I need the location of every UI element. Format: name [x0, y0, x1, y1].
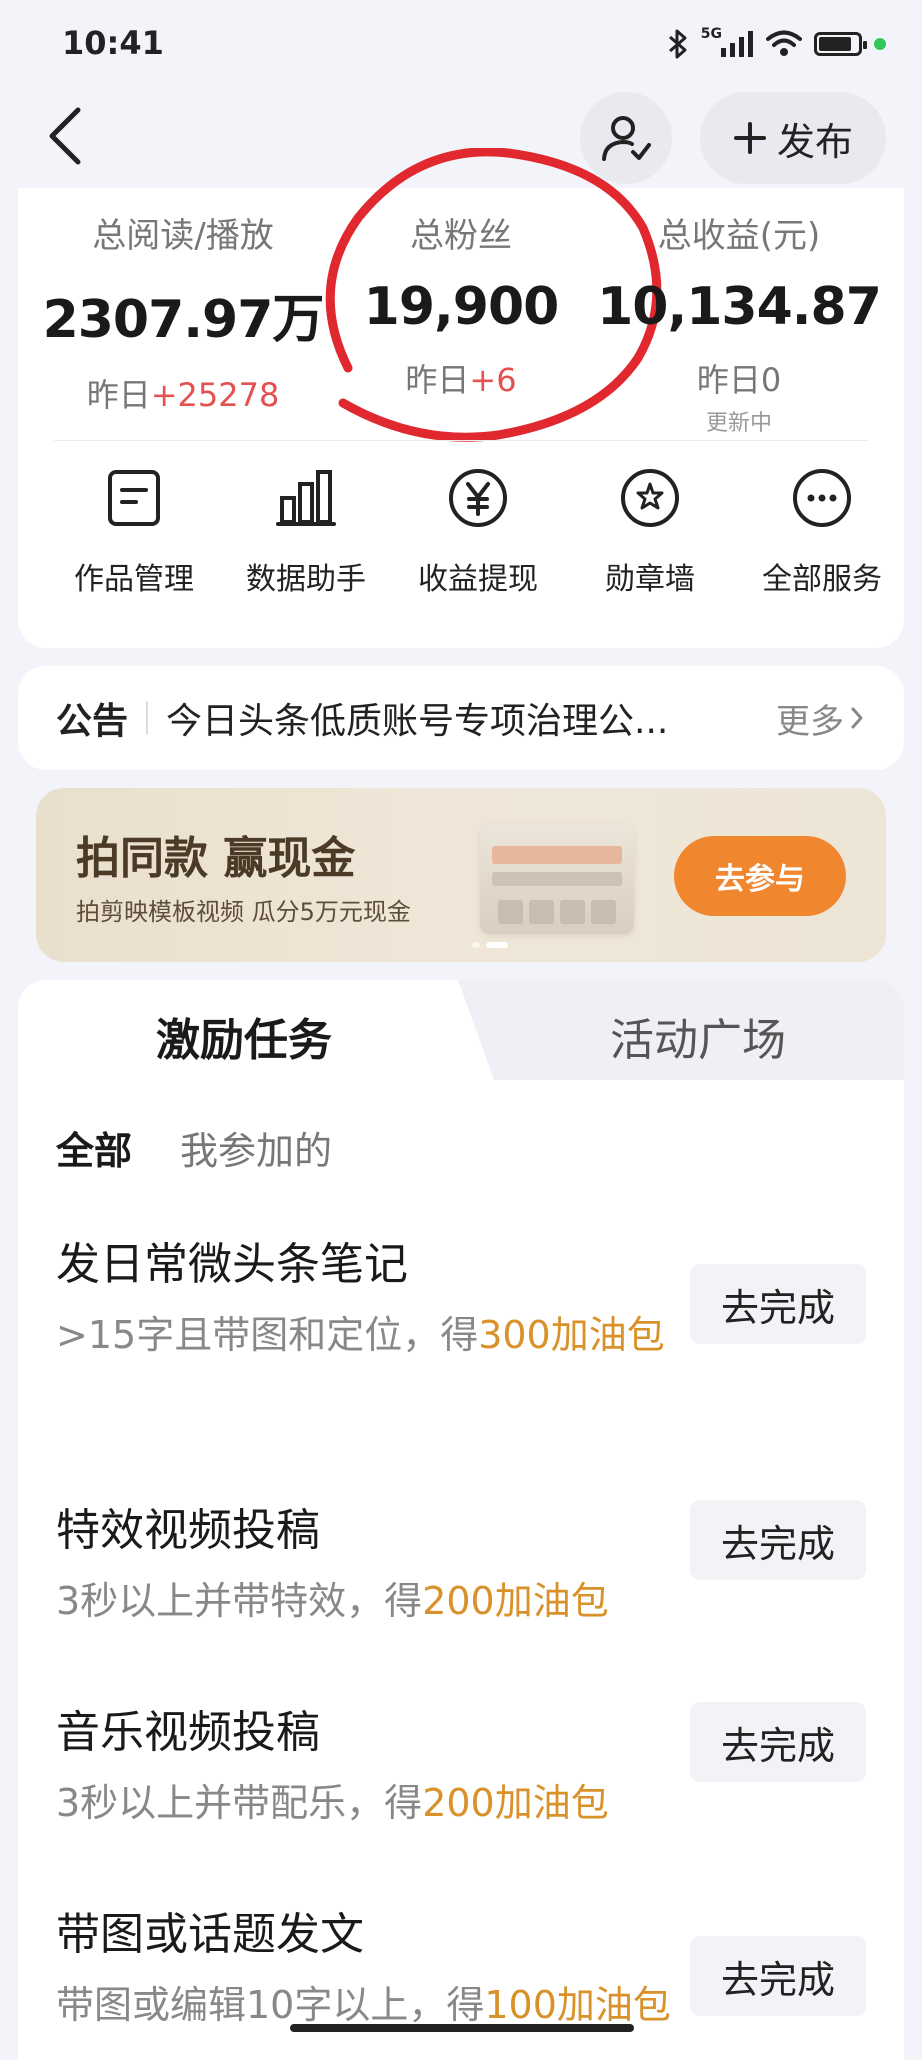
status-icons: 5G: [667, 26, 886, 62]
task-reward: 100加油包: [484, 1983, 671, 2027]
promo-banner[interactable]: 拍同款 赢现金 拍剪映模板视频 瓜分5万元现金 去参与: [36, 788, 886, 962]
status-time: 10:41: [62, 24, 164, 62]
filter-all[interactable]: 全部: [56, 1120, 132, 1175]
task-filters: 全部 我参加的: [56, 1120, 332, 1175]
chevron-left-icon: [49, 107, 81, 165]
stat-sub-prefix: 昨日: [405, 361, 470, 399]
task-complete-button[interactable]: 去完成: [690, 1500, 866, 1580]
task-item: 带图或话题发文 带图或编辑10字以上，得100加油包 去完成: [56, 1898, 866, 2035]
service-withdraw[interactable]: 收益提现: [392, 466, 564, 598]
task-desc-text: 3秒以上并带配乐，得: [56, 1781, 423, 1825]
chevron-right-icon: [851, 707, 863, 729]
back-button[interactable]: [36, 106, 96, 166]
battery-level: [819, 37, 852, 51]
service-label: 数据助手: [246, 562, 366, 597]
plus-icon: [733, 122, 766, 154]
battery-icon: [814, 32, 867, 56]
privacy-indicator-dot: [874, 38, 886, 50]
signal-icon: [721, 31, 753, 57]
stat-sub-value: +25278: [150, 376, 280, 414]
stat-label: 总收益(元): [657, 216, 821, 256]
stat-update-note: 更新中: [705, 411, 772, 436]
stat-total-reads[interactable]: 总阅读/播放 2307.97万 昨日+25278: [38, 208, 328, 416]
more-icon: [790, 466, 854, 530]
banner-subtitle: 拍剪映模板视频 瓜分5万元现金: [76, 898, 411, 926]
stat-total-earnings[interactable]: 总收益(元) 10,134.87 昨日0 更新中: [594, 208, 884, 437]
service-label: 勋章墙: [605, 562, 695, 597]
task-reward: 200加油包: [422, 1781, 609, 1825]
service-medal-wall[interactable]: 勋章墙: [564, 466, 736, 598]
medal-icon: [618, 466, 682, 530]
status-bar: 10:41 5G: [0, 0, 922, 88]
service-label: 收益提现: [418, 562, 538, 597]
announcement-more-link[interactable]: 更多: [776, 694, 864, 743]
task-desc-text: 3秒以上并带特效，得: [56, 1579, 423, 1623]
task-desc-text: >15字且带图和定位，得: [56, 1313, 479, 1357]
more-label: 更多: [776, 701, 844, 742]
stat-value: 2307.97万: [42, 290, 325, 350]
yen-icon: [446, 466, 510, 530]
stat-yesterday: 昨日+6: [316, 355, 606, 401]
task-tabs: 激励任务 活动广场: [18, 980, 904, 1080]
task-description: 3秒以上并带特效，得200加油包: [56, 1572, 676, 1631]
task-item: 发日常微头条笔记 >15字且带图和定位，得300加油包 去完成: [56, 1228, 866, 1365]
service-label: 作品管理: [74, 562, 194, 597]
stat-sub-prefix: 昨日: [86, 376, 151, 414]
task-item: 音乐视频投稿 3秒以上并带配乐，得200加油包 去完成: [56, 1696, 866, 1833]
task-desc-text: 带图或编辑10字以上，得: [56, 1983, 485, 2027]
network-type: 5G: [700, 26, 722, 42]
service-data-assistant[interactable]: 数据助手: [220, 466, 392, 598]
service-all-services[interactable]: 全部服务: [736, 466, 908, 598]
stat-sub-value: 0: [760, 361, 782, 399]
banner-title: 拍同款 赢现金: [76, 833, 356, 884]
bar-chart-icon: [274, 466, 338, 530]
service-label: 全部服务: [762, 562, 882, 597]
announcement-label: 公告: [56, 701, 129, 742]
stat-yesterday: 昨日+25278: [38, 370, 328, 416]
stat-label: 总粉丝: [410, 216, 512, 256]
announcement-divider: [146, 701, 149, 735]
announcement-bar[interactable]: 公告 今日头条低质账号专项治理公... 更多: [18, 666, 904, 770]
tab-activity-square[interactable]: 活动广场: [610, 1004, 786, 1068]
task-description: 3秒以上并带配乐，得200加油包: [56, 1774, 676, 1833]
filter-joined[interactable]: 我参加的: [180, 1120, 332, 1175]
bluetooth-icon: [668, 29, 687, 59]
task-reward: 300加油包: [478, 1313, 665, 1357]
task-complete-button[interactable]: 去完成: [690, 1936, 866, 2016]
tab-incentive-tasks[interactable]: 激励任务: [156, 1004, 332, 1068]
stat-yesterday: 昨日0: [594, 355, 884, 401]
publish-label: 发布: [776, 119, 853, 164]
stats-card: 总阅读/播放 2307.97万 昨日+25278 总粉丝 19,900 昨日+6…: [18, 148, 904, 648]
task-card: 激励任务 活动广场 全部 我参加的 发日常微头条笔记 >15字且带图和定位，得3…: [18, 980, 904, 2060]
banner-join-button[interactable]: 去参与: [674, 836, 846, 916]
service-grid: 作品管理 数据助手 收益提现 勋章墙 全部服务: [18, 466, 904, 626]
document-icon: [102, 466, 166, 530]
service-works-management[interactable]: 作品管理: [48, 466, 220, 598]
stat-sub-prefix: 昨日: [696, 361, 761, 399]
task-item: 特效视频投稿 3秒以上并带特效，得200加油包 去完成: [56, 1494, 866, 1631]
stat-label: 总阅读/播放: [92, 216, 274, 256]
carousel-indicator: [472, 942, 508, 948]
stat-total-fans[interactable]: 总粉丝 19,900 昨日+6: [316, 208, 606, 401]
wifi-icon: [766, 30, 802, 56]
announcement-text[interactable]: 今日头条低质账号专项治理公...: [166, 692, 746, 744]
stat-value: 19,900: [363, 277, 560, 337]
task-reward: 200加油包: [422, 1579, 609, 1623]
stat-sub-value: +6: [469, 361, 517, 399]
stat-value: 10,134.87: [597, 277, 882, 337]
publish-button[interactable]: 发布: [700, 92, 886, 184]
home-indicator[interactable]: [290, 2024, 634, 2032]
task-complete-button[interactable]: 去完成: [690, 1264, 866, 1344]
task-complete-button[interactable]: 去完成: [690, 1702, 866, 1782]
banner-illustration: [480, 824, 634, 934]
task-description: >15字且带图和定位，得300加油包: [56, 1306, 676, 1365]
divider: [54, 440, 868, 441]
